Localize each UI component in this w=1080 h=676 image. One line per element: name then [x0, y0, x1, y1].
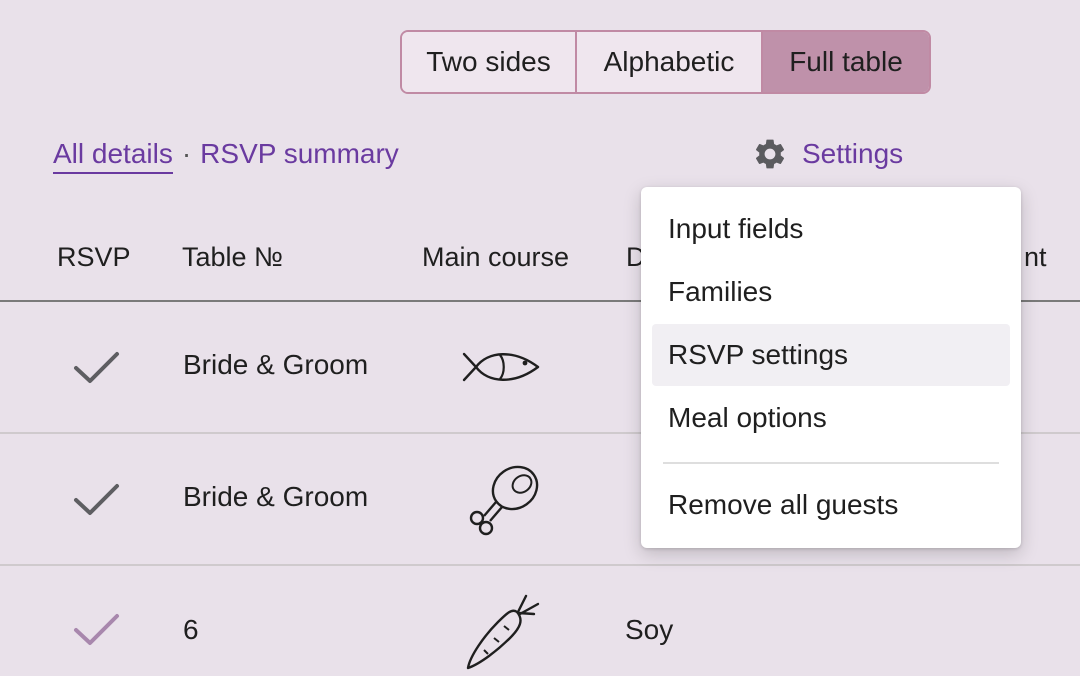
- column-header-main-course[interactable]: Main course: [422, 242, 569, 273]
- settings-dropdown: Input fields Families RSVP settings Meal…: [641, 187, 1021, 548]
- check-icon: [74, 614, 119, 645]
- table-row-2-table: Bride & Groom: [183, 481, 369, 512]
- menu-item-rsvp-settings[interactable]: RSVP settings: [652, 324, 1010, 386]
- all-details-link[interactable]: All details: [53, 138, 173, 174]
- table-row-3-diet: Soy: [625, 614, 674, 645]
- rsvp-summary-link[interactable]: RSVP summary: [200, 138, 399, 170]
- menu-item-families[interactable]: Families: [652, 261, 1010, 323]
- menu-divider: [663, 462, 999, 464]
- carrot-icon: [466, 594, 540, 670]
- detail-links: All details · RSVP summary: [53, 138, 399, 174]
- table-row-3-table: 6: [183, 614, 199, 645]
- gear-icon: [755, 139, 785, 169]
- view-toggle: Two sides Alphabetic Full table: [400, 30, 931, 94]
- settings-label: Settings: [802, 138, 904, 169]
- toggle-alphabetic[interactable]: Alphabetic: [575, 32, 761, 92]
- toggle-two-sides[interactable]: Two sides: [402, 32, 575, 92]
- link-separator: ·: [181, 138, 192, 169]
- fish-icon: [462, 352, 540, 382]
- meat-icon: [469, 465, 539, 536]
- menu-item-meal-options[interactable]: Meal options: [652, 387, 1010, 449]
- row-divider: [0, 564, 1080, 566]
- column-header-last[interactable]: nt: [1024, 242, 1047, 273]
- menu-item-input-fields[interactable]: Input fields: [652, 198, 1010, 260]
- toggle-full-table[interactable]: Full table: [761, 32, 929, 92]
- check-icon: [74, 484, 119, 515]
- menu-item-remove-all-guests[interactable]: Remove all guests: [652, 474, 1010, 536]
- column-header-table-no[interactable]: Table №: [182, 242, 283, 273]
- table-row-1-table: Bride & Groom: [183, 349, 369, 380]
- column-header-rsvp[interactable]: RSVP: [57, 242, 131, 273]
- check-icon: [74, 352, 119, 383]
- settings-button[interactable]: Settings: [752, 136, 903, 172]
